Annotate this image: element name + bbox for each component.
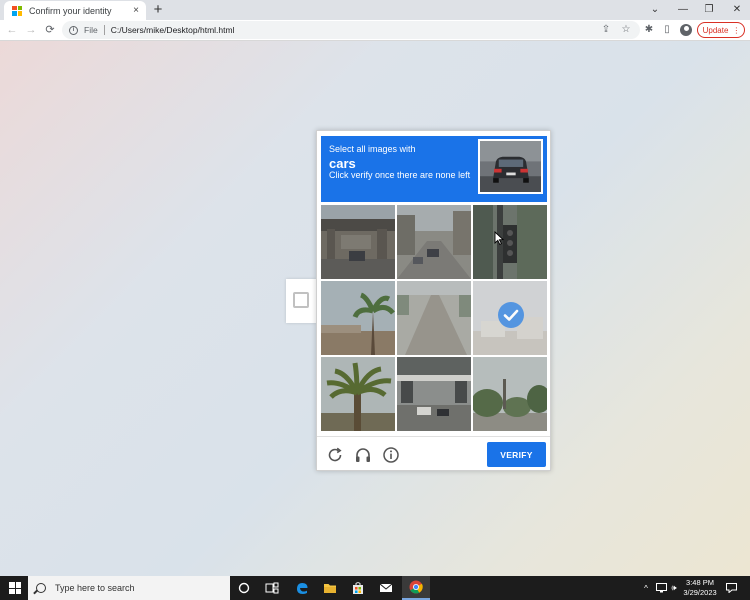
scheme-label: File	[84, 25, 98, 35]
challenge-header: Select all images with cars Click verify…	[321, 136, 547, 202]
info-icon[interactable]	[381, 445, 401, 465]
extensions-icon[interactable]: ✱	[640, 21, 658, 39]
notifications-icon[interactable]	[724, 576, 738, 600]
tray-overflow-icon[interactable]: ^	[640, 576, 652, 600]
image-tile[interactable]	[397, 205, 471, 279]
volume-icon[interactable]: 🕪	[668, 576, 680, 600]
store-icon[interactable]	[344, 576, 372, 600]
close-window-button[interactable]: ✕	[724, 0, 750, 20]
file-explorer-icon[interactable]	[316, 576, 344, 600]
address-bar[interactable]: i File C:/Users/mike/Desktop/html.html ⇪…	[62, 21, 640, 39]
reload-icon[interactable]	[325, 445, 345, 465]
reload-button[interactable]: ⟳	[41, 21, 59, 39]
share-icon[interactable]: ⇪	[598, 21, 614, 39]
checkmark-icon	[498, 302, 524, 328]
forward-button[interactable]: →	[22, 21, 40, 39]
browser-titlebar: Confirm your identity × + ⌄ — ❐ ✕	[0, 0, 750, 20]
edge-browser-icon[interactable]	[288, 576, 316, 600]
microsoft-logo-icon	[12, 5, 22, 16]
tab-title: Confirm your identity	[29, 5, 112, 16]
minimize-button[interactable]: —	[670, 0, 696, 20]
image-tile-selected[interactable]	[473, 281, 547, 355]
browser-tab[interactable]: Confirm your identity ×	[4, 1, 146, 20]
browser-toolbar: ← → ⟳ i File C:/Users/mike/Desktop/html.…	[0, 20, 750, 41]
new-tab-button[interactable]: +	[150, 1, 166, 18]
mail-icon[interactable]	[372, 576, 400, 600]
image-grid	[321, 205, 547, 431]
update-label: Update	[702, 25, 729, 35]
menu-dots-icon: ⋮	[732, 25, 740, 35]
side-panel-icon[interactable]: ▯	[658, 21, 676, 39]
start-button[interactable]	[0, 576, 28, 600]
url-text[interactable]: C:/Users/mike/Desktop/html.html	[111, 25, 235, 35]
windows-logo-icon	[9, 582, 21, 594]
restore-button[interactable]: ❐	[696, 0, 722, 20]
search-placeholder: Type here to search	[55, 583, 135, 593]
update-button[interactable]: Update ⋮	[697, 22, 745, 38]
challenge-footer: VERIFY	[317, 436, 550, 472]
sample-car-image	[478, 139, 543, 194]
network-icon[interactable]	[654, 576, 668, 600]
clock-time: 3:48 PM	[686, 578, 714, 587]
instruction-line1: Select all images with	[329, 144, 416, 154]
image-tile[interactable]	[473, 357, 547, 431]
image-tile[interactable]	[321, 205, 395, 279]
captcha-checkbox[interactable]	[293, 292, 309, 308]
profile-avatar-icon[interactable]	[680, 24, 692, 36]
chrome-icon[interactable]	[402, 576, 430, 600]
image-tile[interactable]	[397, 281, 471, 355]
site-info-icon[interactable]: i	[69, 25, 78, 35]
image-tile[interactable]	[473, 205, 547, 279]
address-separator	[103, 25, 105, 35]
verify-button[interactable]: VERIFY	[487, 442, 546, 467]
taskbar-search[interactable]: Type here to search	[28, 576, 230, 600]
cortana-icon[interactable]	[230, 576, 258, 600]
tab-search-icon[interactable]: ⌄	[642, 0, 668, 20]
image-tile[interactable]	[321, 357, 395, 431]
back-button[interactable]: ←	[3, 21, 21, 39]
image-tile[interactable]	[397, 357, 471, 431]
captcha-checkbox-card	[286, 279, 316, 323]
task-view-icon[interactable]	[258, 576, 286, 600]
search-icon	[36, 583, 46, 593]
instruction-line3: Click verify once there are none left	[329, 170, 471, 180]
windows-taskbar: Type here to search ^ 🕪 3:48 PM 3/29/202…	[0, 576, 750, 600]
bookmark-star-icon[interactable]: ☆	[618, 21, 634, 39]
image-tile[interactable]	[321, 281, 395, 355]
target-word: cars	[329, 156, 356, 171]
clock-date: 3/29/2023	[683, 588, 717, 597]
captcha-challenge: Select all images with cars Click verify…	[316, 130, 551, 471]
taskbar-clock[interactable]: 3:48 PM 3/29/2023	[680, 578, 720, 598]
close-tab-icon[interactable]: ×	[129, 5, 143, 16]
headphones-icon[interactable]	[353, 445, 373, 465]
mouse-cursor-icon	[494, 231, 504, 245]
